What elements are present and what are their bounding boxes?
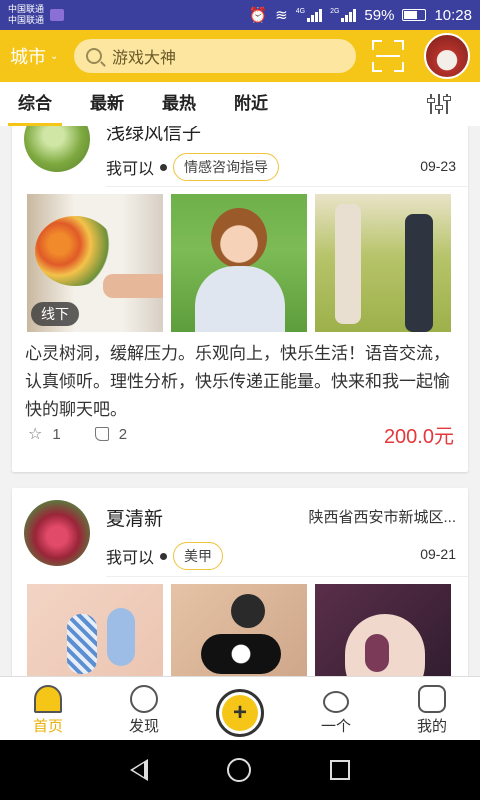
divider	[106, 576, 468, 577]
nav-profile[interactable]: 我的	[384, 677, 480, 740]
price: 200.0元	[383, 426, 454, 448]
poster-avatar[interactable]	[24, 500, 90, 566]
signal-2g-icon: 2G	[330, 8, 357, 22]
nav-home-label: 首页	[32, 718, 63, 735]
search-icon	[86, 48, 102, 64]
post-stats: ☆ 1 2	[28, 424, 127, 444]
add-button[interactable]: +	[216, 689, 264, 737]
post-photo[interactable]	[171, 584, 307, 676]
photo-row	[27, 584, 451, 676]
dot-icon	[160, 163, 168, 171]
nav-add[interactable]: +	[192, 677, 288, 740]
post-photo[interactable]	[315, 584, 451, 676]
carrier-2: 中国联通	[8, 15, 45, 25]
search-input[interactable]: 游戏大神	[74, 39, 356, 73]
gallery-notification-icon	[50, 9, 65, 21]
clock: 10:28	[434, 6, 472, 24]
nav-home[interactable]: 首页	[0, 677, 96, 740]
post-photo[interactable]	[171, 194, 307, 332]
user-avatar[interactable]	[424, 33, 470, 79]
divider	[106, 186, 468, 187]
service-meta: 我可以 情感咨询指导	[106, 153, 280, 181]
nav-discover[interactable]: 发现	[96, 677, 192, 740]
post-photo[interactable]	[27, 584, 163, 676]
nav-one-label: 一个	[320, 718, 351, 735]
poster-avatar[interactable]	[24, 126, 90, 172]
status-bar: 中国联通 中国联通 ⏰ ≋ 4G 2G 59% 10:28	[0, 0, 480, 30]
system-navigation-bar	[0, 740, 480, 800]
tab-hottest[interactable]: 最热	[162, 82, 196, 126]
post-photo[interactable]	[315, 194, 451, 332]
poster-location: 陕西省西安市新城区...	[308, 509, 456, 526]
nav-discover-label: 发现	[128, 718, 159, 735]
scan-button[interactable]	[372, 40, 404, 72]
like-count: 2	[118, 425, 128, 443]
thumbs-up-icon[interactable]	[94, 427, 109, 441]
home-icon	[34, 685, 62, 713]
post-photo[interactable]: 线下	[27, 194, 163, 332]
dot-icon	[160, 552, 168, 560]
post-description: 心灵树洞，缓解压力。乐观向上，快乐生活！语音交流，认真倾听。理性分析，快乐传递正…	[25, 344, 450, 419]
carrier-1: 中国联通	[8, 4, 45, 14]
city-selector[interactable]: 城市 ⌄	[10, 43, 70, 69]
alarm-icon: ⏰	[248, 7, 268, 24]
photo-row: 线下	[27, 194, 451, 332]
bottom-navigation: 首页 发现 + 一个 我的	[0, 676, 480, 740]
battery-percent: 59%	[364, 6, 395, 24]
post-date: 09-23	[420, 158, 456, 174]
network-type-2: 2G	[330, 8, 340, 15]
top-header: 城市 ⌄ 游戏大神	[0, 30, 480, 82]
availability-label: 我可以	[106, 161, 155, 178]
star-count: 1	[52, 425, 61, 443]
share-icon	[323, 691, 349, 713]
profile-icon	[418, 685, 446, 713]
tab-newest[interactable]: 最新	[90, 82, 124, 126]
availability-label: 我可以	[106, 550, 155, 567]
city-label: 城市	[10, 47, 46, 67]
add-icon: +	[222, 695, 258, 731]
service-meta: 我可以 美甲	[106, 542, 224, 570]
nav-profile-label: 我的	[416, 718, 447, 735]
back-icon[interactable]	[129, 759, 148, 781]
filter-icon[interactable]	[427, 94, 451, 114]
post-card[interactable]: 浅绿风信子 我可以 情感咨询指导 09-23 线下 心灵树洞，缓解压力。乐观向上…	[12, 126, 468, 472]
carrier-info: 中国联通 中国联通	[8, 4, 44, 26]
post-card[interactable]: 夏清新 陕西省西安市新城区... 我可以 美甲 09-21	[12, 488, 468, 676]
chevron-down-icon: ⌄	[50, 50, 59, 62]
service-tag[interactable]: 美甲	[173, 542, 224, 570]
signal-4g-icon: 4G	[295, 8, 323, 22]
network-type-1: 4G	[295, 8, 306, 15]
wifi-icon: ≋	[275, 7, 288, 24]
poster-name: 浅绿风信子	[106, 126, 202, 144]
post-date: 09-21	[420, 546, 456, 562]
star-icon[interactable]: ☆	[28, 424, 42, 444]
home-circle-icon[interactable]	[226, 758, 251, 782]
service-tag[interactable]: 情感咨询指导	[173, 153, 280, 181]
discover-icon	[130, 685, 158, 713]
poster-name: 夏清新	[106, 509, 164, 530]
tab-overall[interactable]: 综合	[8, 82, 62, 126]
recent-apps-icon[interactable]	[330, 760, 351, 780]
category-tabs: 综合 最新 最热 附近	[0, 82, 480, 126]
offline-badge: 线下	[31, 302, 79, 326]
nav-one[interactable]: 一个	[288, 677, 384, 740]
tab-nearby[interactable]: 附近	[234, 82, 268, 126]
post-feed[interactable]: 浅绿风信子 我可以 情感咨询指导 09-23 线下 心灵树洞，缓解压力。乐观向上…	[0, 126, 480, 676]
search-placeholder: 游戏大神	[112, 50, 177, 67]
battery-icon	[402, 9, 427, 21]
